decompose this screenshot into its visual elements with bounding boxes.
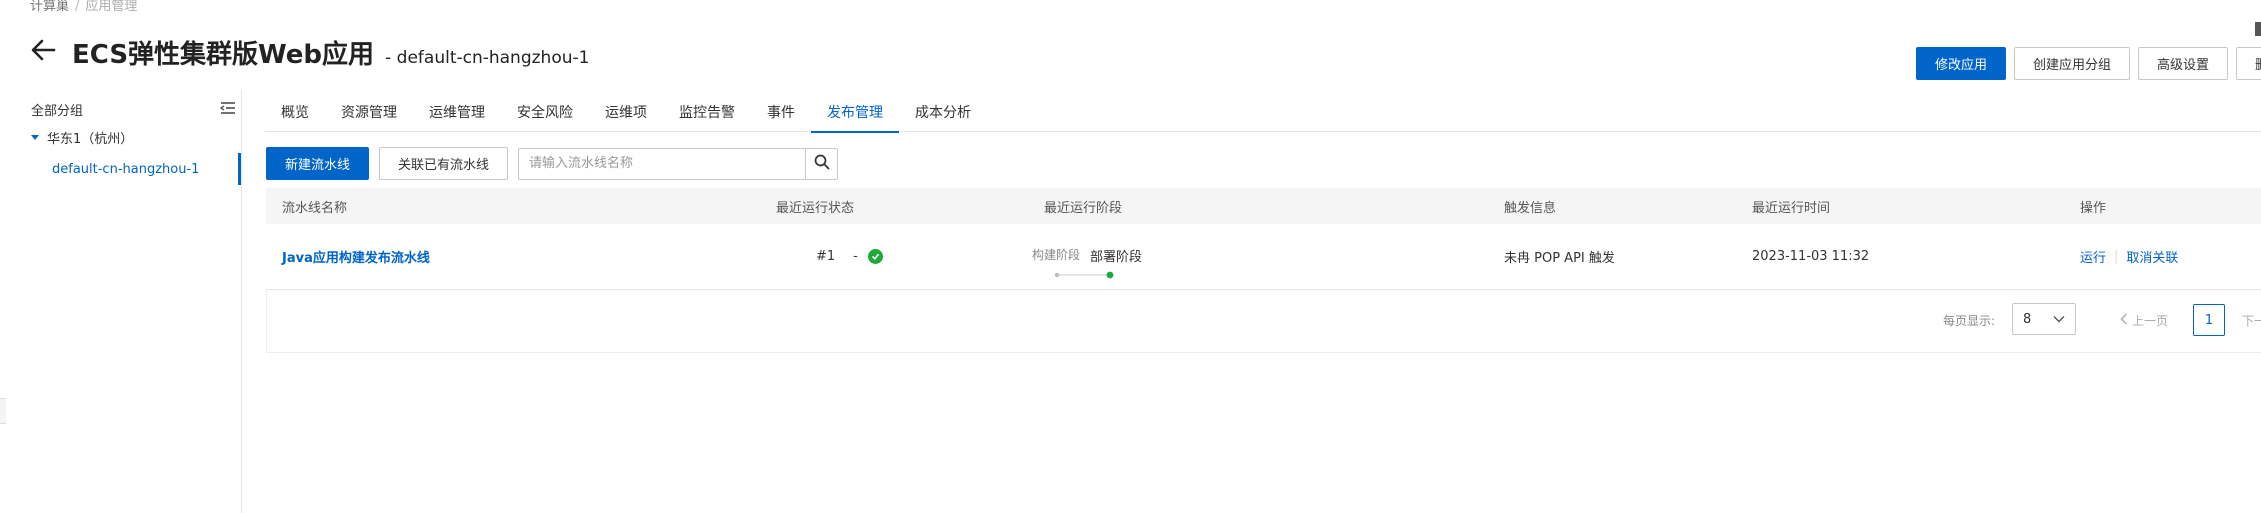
stage-deploy-dot — [1106, 271, 1114, 279]
pipeline-table: 流水线名称 最近运行状态 最近运行阶段 触发信息 最近运行时间 操作 Java应… — [266, 188, 2261, 290]
breadcrumb-item-app-management: 应用管理 — [85, 0, 138, 14]
group-sidebar: 全部分组 华东1（杭州） default-cn-hangzhou-1 — [0, 90, 242, 513]
prev-page-button[interactable]: 上一页 — [2120, 312, 2168, 329]
page-size-label: 每页显示: — [1943, 314, 1996, 328]
new-pipeline-button[interactable]: 新建流水线 — [266, 147, 370, 180]
success-check-icon[interactable] — [867, 249, 883, 264]
back-arrow-icon[interactable] — [30, 38, 56, 62]
stage-labels: 构建阶段 部署阶段 — [1032, 246, 1142, 265]
header-actions: 修改应用 创建应用分组 高级设置 删除应 — [1916, 47, 2261, 80]
stage-build-label: 构建阶段 — [1032, 248, 1081, 262]
column-header-ops: 操作 — [2080, 200, 2107, 216]
modify-app-button[interactable]: 修改应用 — [1916, 47, 2007, 80]
chevron-left-icon — [2120, 313, 2128, 328]
breadcrumb-separator: / — [75, 0, 80, 14]
unlink-pipeline-link[interactable]: 取消关联 — [2126, 247, 2178, 266]
tab-release-management[interactable]: 发布管理 — [811, 92, 899, 133]
column-header-time: 最近运行时间 — [1752, 200, 1831, 216]
tab-ops-management[interactable]: 运维管理 — [413, 92, 501, 132]
stage-progress-track — [1054, 268, 1114, 279]
left-edge-handle — [0, 398, 6, 424]
tab-ops-items[interactable]: 运维项 — [589, 92, 663, 132]
tab-resource-management[interactable]: 资源管理 — [325, 92, 413, 132]
tab-bar: 概览 资源管理 运维管理 安全风险 运维项 监控告警 事件 发布管理 成本分析 — [265, 92, 2261, 133]
table-header: 流水线名称 最近运行状态 最近运行阶段 触发信息 最近运行时间 操作 — [266, 188, 2261, 224]
stage-build-dot — [1054, 272, 1060, 278]
stage-deploy-label: 部署阶段 — [1090, 250, 1143, 265]
advanced-settings-button[interactable]: 高级设置 — [2138, 47, 2229, 80]
tree-node-group-item[interactable]: default-cn-hangzhou-1 — [0, 153, 241, 185]
pipeline-search-input[interactable] — [519, 148, 806, 179]
breadcrumb: 计算巢 / 应用管理 — [30, 0, 137, 14]
breadcrumb-item-compute-nest[interactable]: 计算巢 — [30, 0, 69, 14]
run-dash: - — [853, 249, 858, 264]
caret-down-icon — [31, 135, 39, 140]
tab-security-risk[interactable]: 安全风险 — [501, 92, 589, 132]
next-page-button[interactable]: 下一 — [2242, 312, 2261, 329]
tree-node-region-label: 华东1（杭州） — [47, 132, 134, 147]
link-existing-pipeline-button[interactable]: 关联已有流水线 — [379, 147, 509, 180]
last-run-time: 2023-11-03 11:32 — [1752, 249, 1870, 264]
create-app-group-button[interactable]: 创建应用分组 — [2014, 47, 2131, 80]
tab-events[interactable]: 事件 — [751, 92, 811, 132]
corner-handle-icon — [2255, 22, 2261, 36]
search-button[interactable] — [805, 148, 837, 179]
page-size-select[interactable]: 8 — [2012, 303, 2076, 335]
pipeline-toolbar: 新建流水线 关联已有流水线 — [266, 147, 839, 180]
table-row: Java应用构建发布流水线 #1 - 构建阶段 部署阶段 未冉 POP API … — [266, 224, 2261, 290]
pipeline-name-link[interactable]: Java应用构建发布流水线 — [282, 247, 430, 266]
delete-app-button[interactable]: 删除应 — [2236, 47, 2261, 80]
page-title-text: ECS弹性集群版Web应用 — [72, 40, 375, 70]
sidebar-header: 全部分组 — [31, 104, 84, 119]
tree-node-region[interactable]: 华东1（杭州） — [31, 128, 133, 147]
run-number: #1 — [816, 249, 836, 264]
column-header-trigger: 触发信息 — [1504, 200, 1557, 216]
page-title: ECS弹性集群版Web应用 - default-cn-hangzhou-1 — [72, 34, 589, 71]
tab-monitoring-alerts[interactable]: 监控告警 — [663, 92, 751, 132]
pagination-bar: 每页显示: 8 上一页 1 下一 — [266, 289, 2261, 353]
prev-page-label: 上一页 — [2132, 314, 2169, 328]
run-pipeline-link[interactable]: 运行 — [2080, 247, 2106, 266]
collapse-sidebar-icon[interactable] — [219, 100, 236, 114]
pipeline-search — [518, 147, 839, 180]
column-header-name: 流水线名称 — [282, 200, 348, 216]
page-number-current[interactable]: 1 — [2193, 304, 2225, 336]
trigger-info: 未冉 POP API 触发 — [1504, 251, 1615, 266]
op-divider: | — [2114, 249, 2119, 264]
page-subtitle: - default-cn-hangzhou-1 — [385, 48, 590, 68]
page-size-value: 8 — [2023, 311, 2032, 327]
search-icon — [814, 154, 830, 174]
column-header-stage: 最近运行阶段 — [1044, 200, 1123, 216]
tab-overview[interactable]: 概览 — [265, 92, 325, 132]
column-header-status: 最近运行状态 — [776, 200, 855, 216]
chevron-down-icon — [2053, 312, 2065, 327]
tab-cost-analysis[interactable]: 成本分析 — [899, 92, 987, 132]
